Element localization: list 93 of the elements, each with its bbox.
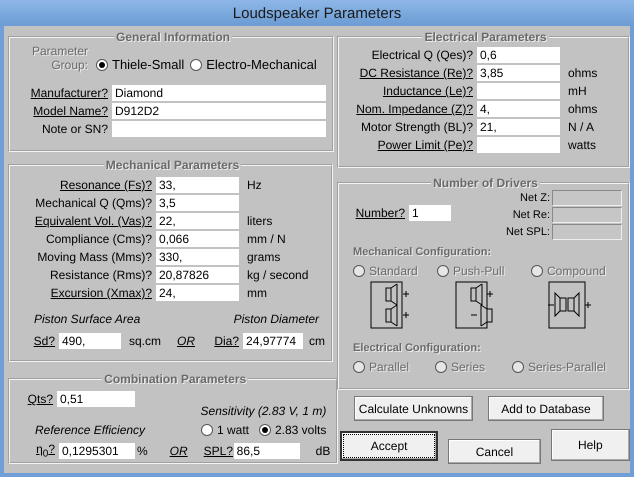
- unit-label: cm: [309, 334, 326, 348]
- field-label: Resistance (Rms)?: [48, 268, 152, 282]
- or-label: OR: [177, 334, 196, 348]
- field-label: Compliance (Cms)?: [44, 232, 152, 246]
- text-field[interactable]: 1: [409, 205, 451, 221]
- parameter-link[interactable]: Qts?: [27, 392, 53, 406]
- section-heading: Sensitivity (2.83 V, 1 m): [200, 404, 326, 418]
- unit-label: sq.cm: [129, 334, 162, 348]
- parameter-link[interactable]: DC Resistance (Re)?: [349, 66, 473, 80]
- radio-option[interactable]: 2.83 volts: [258, 423, 326, 437]
- window-title: Loudspeaker Parameters: [232, 4, 402, 22]
- section-label: Electrical Configuration:: [352, 342, 482, 354]
- readonly-field: [552, 190, 622, 206]
- parameter-link[interactable]: η$_{0}$?: [33, 442, 55, 460]
- text-field[interactable]: 33,: [156, 177, 239, 193]
- text-field[interactable]: Diamond: [112, 85, 326, 101]
- panel-title: Electrical Parameters: [423, 30, 548, 44]
- field-label: Net Z:: [519, 192, 550, 204]
- parameter-link[interactable]: Sd?: [33, 334, 55, 348]
- unit-label: N / A: [568, 120, 594, 134]
- text-field[interactable]: 21,: [477, 119, 560, 135]
- panel-title: Combination Parameters: [103, 372, 248, 386]
- readonly-field: [552, 224, 622, 240]
- field-label: Note or SN?: [40, 122, 108, 136]
- unit-label: dB: [316, 444, 330, 458]
- unit-label: kg / second: [247, 268, 308, 282]
- parameter-link[interactable]: Resonance (Fs)?: [20, 178, 152, 192]
- text-field[interactable]: [112, 121, 326, 137]
- text-field[interactable]: 20,87826: [156, 267, 239, 283]
- parameter-link[interactable]: Dia?: [211, 334, 240, 348]
- text-field[interactable]: 86,5: [234, 443, 300, 459]
- unit-label: ohms: [568, 66, 598, 80]
- field-label: Electrical Q (Qes)?: [370, 48, 473, 62]
- dialog-button[interactable]: Help: [550, 429, 630, 461]
- parameter-link[interactable]: Inductance (Le)?: [349, 84, 473, 98]
- text-field[interactable]: 0,51: [57, 391, 135, 407]
- text-field[interactable]: 3,85: [477, 65, 560, 81]
- radio-option[interactable]: Electro-Mechanical: [190, 57, 317, 72]
- text-field[interactable]: 24,97774: [243, 333, 304, 349]
- group-label: Parameter Group:: [30, 44, 89, 72]
- text-field[interactable]: D912D2: [112, 103, 326, 119]
- unit-label: Hz: [247, 178, 262, 192]
- field-label: Moving Mass (Mms)?: [36, 250, 152, 264]
- parameter-link[interactable]: SPL?: [204, 444, 230, 458]
- radio-button[interactable]: [258, 424, 271, 436]
- unit-label: watts: [568, 138, 596, 152]
- radio-button[interactable]: [96, 58, 108, 70]
- section-label: Mechanical Configuration:: [352, 246, 492, 258]
- parameter-link[interactable]: Excursion (Xmax)?: [20, 286, 152, 300]
- parameter-link[interactable]: Manufacturer?: [20, 86, 108, 100]
- text-field[interactable]: 24,: [156, 285, 239, 301]
- panel-title: Mechanical Parameters: [104, 158, 240, 172]
- field-label: Net Re:: [512, 209, 550, 221]
- unit-label: liters: [247, 214, 272, 228]
- unit-label: mm / N: [247, 232, 286, 246]
- radio-option[interactable]: 1 watt: [200, 423, 249, 437]
- readonly-field: [552, 207, 622, 223]
- parameter-link[interactable]: Equivalent Vol. (Vas)?: [20, 214, 152, 228]
- panel-title: General Information: [114, 30, 232, 44]
- unit-label: mm: [247, 286, 267, 300]
- section-heading: Piston Diameter: [234, 312, 320, 326]
- field-label: Motor Strength (BL)?: [360, 120, 473, 134]
- text-field[interactable]: [477, 137, 560, 153]
- dialog-button[interactable]: Cancel: [448, 439, 541, 464]
- action-button[interactable]: Calculate Unknowns: [354, 396, 473, 421]
- text-field[interactable]: 3,5: [156, 195, 239, 211]
- text-field[interactable]: [477, 83, 560, 99]
- text-field[interactable]: 0,6: [477, 47, 560, 63]
- section-heading: Piston Surface Area: [34, 312, 140, 326]
- panel-title: Number of Drivers: [432, 176, 539, 190]
- action-button[interactable]: Add to Database: [488, 396, 604, 421]
- section-heading: Reference Efficiency: [35, 423, 146, 437]
- text-field[interactable]: 22,: [156, 213, 239, 229]
- field-label: Net SPL:: [504, 226, 550, 238]
- or-label: OR: [170, 444, 188, 458]
- radio-button[interactable]: [190, 58, 202, 70]
- parameter-link[interactable]: Power Limit (Pe)?: [349, 138, 473, 152]
- unit-label: ohms: [568, 102, 598, 116]
- text-field[interactable]: 0,1295301: [59, 443, 135, 459]
- dialog-button[interactable]: Accept: [340, 431, 438, 461]
- text-field[interactable]: 330,: [156, 249, 239, 265]
- unit-label: %: [137, 444, 148, 458]
- parameter-link[interactable]: Model Name?: [20, 104, 108, 118]
- text-field[interactable]: 4,: [477, 101, 560, 117]
- text-field[interactable]: 490,: [59, 333, 121, 349]
- unit-label: mH: [568, 84, 587, 98]
- parameter-link[interactable]: Number?: [353, 206, 405, 220]
- text-field[interactable]: 0,066: [156, 231, 239, 247]
- unit-label: grams: [247, 250, 280, 264]
- radio-option[interactable]: Thiele-Small: [96, 57, 184, 72]
- parameter-link[interactable]: Nom. Impedance (Z)?: [349, 102, 473, 116]
- radio-button[interactable]: [200, 424, 213, 436]
- field-label: Mechanical Q (Qms)?: [34, 196, 152, 210]
